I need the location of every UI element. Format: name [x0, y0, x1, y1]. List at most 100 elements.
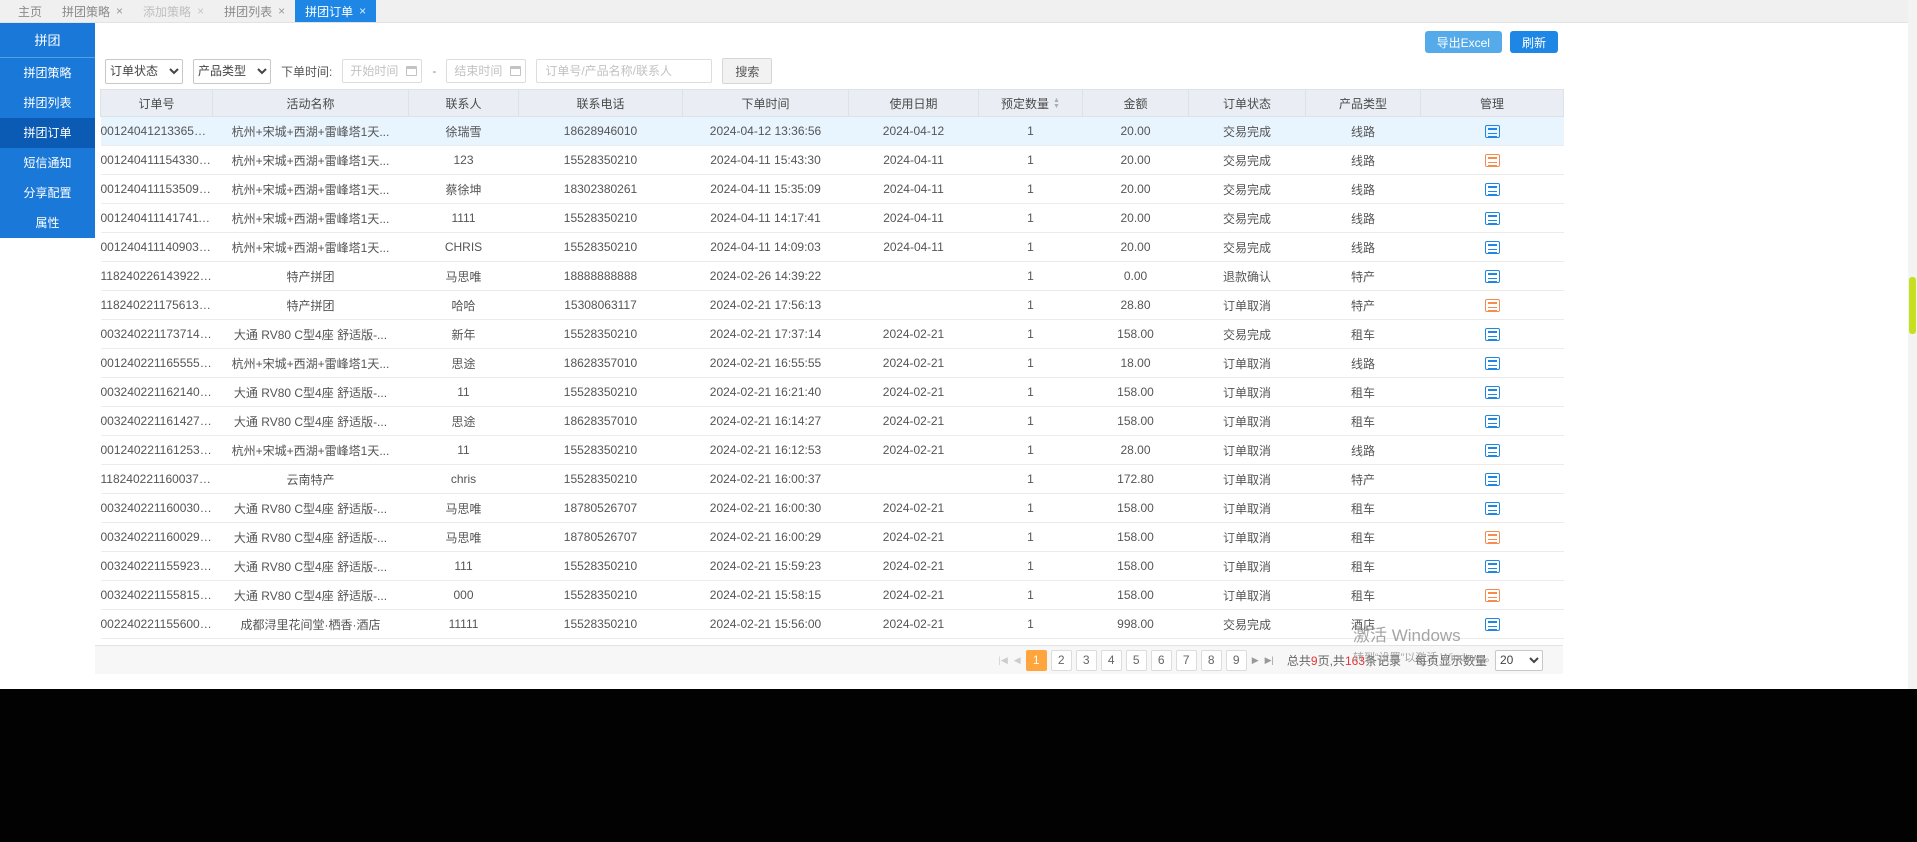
cell-contact: 马思唯: [409, 262, 519, 291]
page-button-9[interactable]: 9: [1226, 650, 1247, 671]
cell-type: 租车: [1306, 320, 1421, 349]
column-header-contact: 联系人: [409, 90, 519, 117]
cell-activity: 大通 RV80 C型4座 舒适版-...: [213, 378, 409, 407]
cell-amount: 28.00: [1083, 436, 1189, 465]
page-button-8[interactable]: 8: [1201, 650, 1222, 671]
next-page-button[interactable]: ▶: [1252, 655, 1259, 666]
sidebar-menu: 拼团策略拼团列表拼团订单短信通知分享配置属性: [0, 58, 95, 238]
total-pages: 9: [1311, 654, 1318, 668]
cell-activity: 成都浔里花间堂·栖香·酒店: [213, 610, 409, 639]
sidebar-item-attributes[interactable]: 属性: [0, 208, 95, 238]
manage-icon[interactable]: [1485, 531, 1500, 544]
column-header-qty[interactable]: 预定数量▲▼: [979, 90, 1083, 117]
tab-close-icon[interactable]: ×: [116, 5, 123, 17]
sidebar-item-share[interactable]: 分享配置: [0, 178, 95, 208]
cell-use_date: 2024-02-21: [849, 378, 979, 407]
cell-order_time: 2024-02-21 15:58:15: [683, 581, 849, 610]
export-excel-button[interactable]: 导出Excel: [1425, 31, 1502, 53]
manage-icon[interactable]: [1485, 473, 1500, 486]
refresh-button[interactable]: 刷新: [1510, 31, 1558, 53]
cell-phone: 15528350210: [519, 552, 683, 581]
cell-phone: 18628946010: [519, 117, 683, 146]
manage-icon[interactable]: [1485, 444, 1500, 457]
tab-bar: 主页拼团策略×添加策略× 拼团列表 × 拼团订单 ×: [0, 0, 1917, 23]
cell-manage: [1421, 262, 1564, 291]
column-label: 活动名称: [286, 97, 334, 111]
tab-group-orders[interactable]: 拼团订单 ×: [295, 0, 376, 22]
cell-use_date: [849, 262, 979, 291]
manage-icon[interactable]: [1485, 357, 1500, 370]
tab-close-icon[interactable]: ×: [359, 5, 366, 17]
tab-label: 拼团列表: [224, 3, 272, 20]
manage-icon[interactable]: [1485, 415, 1500, 428]
cell-type: 线路: [1306, 175, 1421, 204]
scrollbar-thumb[interactable]: [1909, 277, 1916, 334]
manage-icon[interactable]: [1485, 386, 1500, 399]
manage-icon[interactable]: [1485, 618, 1500, 631]
page-button-2[interactable]: 2: [1051, 650, 1072, 671]
page-button-6[interactable]: 6: [1151, 650, 1172, 671]
manage-icon[interactable]: [1485, 270, 1500, 283]
cell-activity: 杭州+宋城+西湖+雷峰塔1天...: [213, 436, 409, 465]
manage-icon[interactable]: [1485, 299, 1500, 312]
first-page-button[interactable]: |◀: [999, 655, 1008, 666]
cell-contact: 思途: [409, 407, 519, 436]
manage-icon[interactable]: [1485, 125, 1500, 138]
page-button-5[interactable]: 5: [1126, 650, 1147, 671]
manage-icon[interactable]: [1485, 183, 1500, 196]
cell-phone: 15528350210: [519, 465, 683, 494]
tab-close-icon[interactable]: ×: [197, 5, 204, 17]
cell-use_date: 2024-02-21: [849, 610, 979, 639]
product-type-select[interactable]: 产品类型: [193, 59, 271, 84]
summary-mid: 页,共: [1318, 654, 1345, 668]
manage-icon[interactable]: [1485, 502, 1500, 515]
cell-manage: [1421, 349, 1564, 378]
tab-label: 拼团订单: [305, 3, 353, 20]
sidebar-item-list[interactable]: 拼团列表: [0, 88, 95, 118]
scrollbar[interactable]: [1908, 0, 1917, 689]
page-button-7[interactable]: 7: [1176, 650, 1197, 671]
cell-phone: 18302380261: [519, 175, 683, 204]
page-button-4[interactable]: 4: [1101, 650, 1122, 671]
orders-table-wrap: 订单号活动名称联系人联系电话下单时间使用日期预定数量▲▼金额订单状态产品类型管理…: [95, 89, 1568, 639]
cell-contact: 徐瑞雪: [409, 117, 519, 146]
manage-icon[interactable]: [1485, 589, 1500, 602]
search-button[interactable]: 搜索: [722, 58, 772, 84]
column-label: 下单时间: [741, 97, 789, 111]
tab-close-icon[interactable]: ×: [278, 5, 285, 17]
page-button-3[interactable]: 3: [1076, 650, 1097, 671]
sidebar-item-orders[interactable]: 拼团订单: [0, 118, 95, 148]
last-page-button[interactable]: ▶|: [1265, 655, 1274, 666]
page-button-1[interactable]: 1: [1026, 650, 1047, 671]
manage-icon[interactable]: [1485, 328, 1500, 341]
cell-type: 线路: [1306, 204, 1421, 233]
manage-icon[interactable]: [1485, 212, 1500, 225]
manage-icon[interactable]: [1485, 154, 1500, 167]
calendar-icon[interactable]: [406, 66, 417, 76]
tab-add-strategy[interactable]: 添加策略×: [133, 0, 214, 22]
cell-order_no: 00224022115560078691: [101, 610, 213, 639]
sort-icon[interactable]: ▲▼: [1053, 98, 1060, 110]
calendar-icon[interactable]: [510, 66, 521, 76]
keyword-search-input[interactable]: [536, 59, 712, 83]
manage-icon[interactable]: [1485, 560, 1500, 573]
page-size-select[interactable]: 20: [1495, 650, 1543, 671]
sidebar-item-strategy[interactable]: 拼团策略: [0, 58, 95, 88]
column-header-type: 产品类型: [1306, 90, 1421, 117]
tab-home[interactable]: 主页: [8, 0, 52, 22]
cell-type: 线路: [1306, 117, 1421, 146]
order-status-select[interactable]: 订单状态: [105, 59, 183, 84]
cell-type: 租车: [1306, 552, 1421, 581]
manage-icon[interactable]: [1485, 241, 1500, 254]
table-row: 00324022116003056850大通 RV80 C型4座 舒适版-...…: [101, 494, 1564, 523]
sidebar-item-sms[interactable]: 短信通知: [0, 148, 95, 178]
prev-page-button[interactable]: ◀: [1014, 655, 1021, 666]
cell-amount: 998.00: [1083, 610, 1189, 639]
cell-manage: [1421, 175, 1564, 204]
tab-group-list[interactable]: 拼团列表 ×: [214, 0, 295, 22]
cell-manage: [1421, 117, 1564, 146]
cell-status: 交易完成: [1189, 320, 1306, 349]
cell-activity: 杭州+宋城+西湖+雷峰塔1天...: [213, 204, 409, 233]
tab-group-strategy[interactable]: 拼团策略×: [52, 0, 133, 22]
cell-phone: 18628357010: [519, 349, 683, 378]
